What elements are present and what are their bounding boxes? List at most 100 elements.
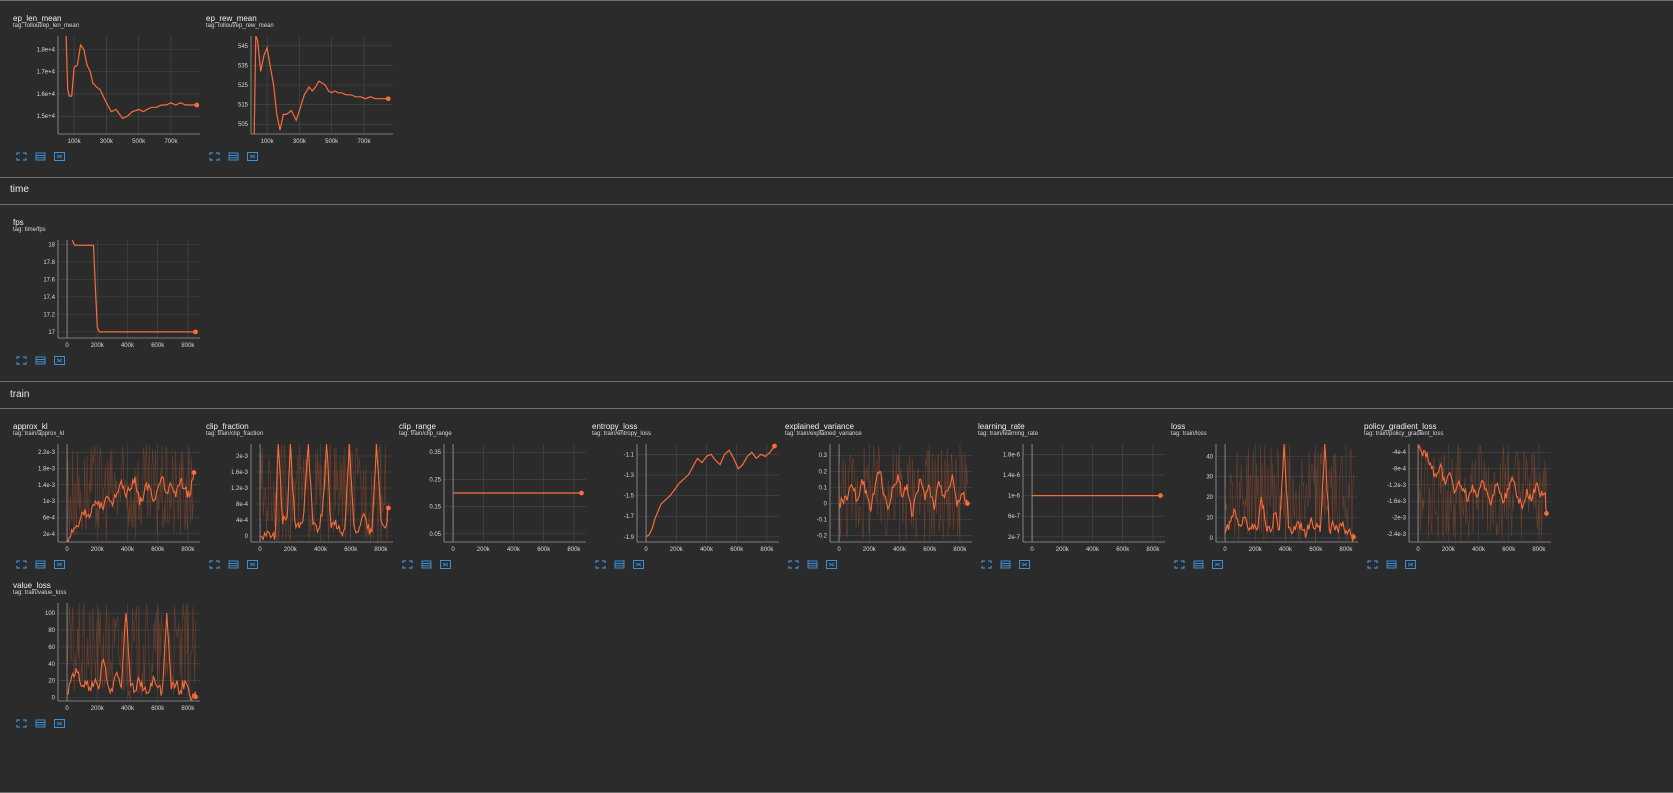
line-chart[interactable]: 17 17.2 17.4 17.6 17.8 18 0 200k 400k 600k 800k — [0, 208, 200, 353]
series-last-point — [1544, 511, 1549, 516]
data-table-icon[interactable] — [35, 719, 46, 728]
line-chart[interactable]: 505 515 525 535 545 100k 300k 500k 700k — [193, 4, 393, 149]
y-tick-label: 0.3 — [819, 453, 828, 459]
data-table-icon[interactable] — [807, 560, 818, 569]
line-chart[interactable]: 2e-4 6e-4 1e-3 1.4e-3 1.8e-3 2.2e-3 0 200k 400k 6… — [0, 412, 200, 557]
x-tick-label: 600k — [923, 547, 937, 553]
y-tick-label: 100 — [45, 611, 56, 617]
line-chart[interactable]: -2.4e-3 -2e-3 -1.6e-3 -1.2e-3 -8e-4 -4e-4 0 200… — [1351, 412, 1551, 557]
scalar-card-clip-fraction: clip_fraction tag: train/clip_fraction 0 4e… — [193, 412, 393, 582]
fit-domain-icon[interactable] — [1212, 560, 1223, 569]
y-tick-label: 2e-3 — [236, 454, 249, 460]
group-title: train — [10, 389, 30, 400]
x-tick-label: 200k — [91, 547, 105, 553]
fullscreen-icon[interactable] — [209, 560, 220, 569]
data-table-icon[interactable] — [1386, 560, 1397, 569]
scalar-card-clip-range: clip_range tag: train/clip_range 0.05 0.15 0… — [386, 412, 586, 582]
x-tick-label: 0 — [451, 547, 455, 553]
group-title: time — [10, 184, 29, 195]
fullscreen-icon[interactable] — [16, 152, 27, 161]
x-tick-label: 400k — [507, 547, 521, 553]
x-tick-label: 400k — [314, 547, 328, 553]
fit-domain-icon[interactable] — [633, 560, 644, 569]
line-chart[interactable]: 1.5e+4 1.6e+4 1.7e+4 1.8e+4 100k 300k 500k 700k — [0, 4, 200, 149]
fullscreen-icon[interactable] — [595, 560, 606, 569]
fit-domain-icon[interactable] — [54, 152, 65, 161]
x-tick-label: 0 — [258, 547, 262, 553]
x-tick-label: 200k — [477, 547, 491, 553]
y-tick-label: 515 — [238, 103, 249, 109]
x-tick-label: 400k — [1279, 547, 1293, 553]
y-tick-label: 17.2 — [43, 312, 55, 318]
x-tick-label: 600k — [537, 547, 551, 553]
x-tick-label: 200k — [91, 343, 105, 349]
fit-domain-icon[interactable] — [54, 719, 65, 728]
line-chart[interactable]: -1.9-1.7-1.5-1.3-1.10 200k 400k 600k 800k — [579, 412, 779, 557]
line-chart[interactable]: 0102030400 200k 400k 600k 800k — [1158, 412, 1358, 557]
fullscreen-icon[interactable] — [402, 560, 413, 569]
data-table-icon[interactable] — [614, 560, 625, 569]
fullscreen-icon[interactable] — [16, 560, 27, 569]
fit-domain-icon[interactable] — [54, 356, 65, 365]
line-chart[interactable]: 2e-76e-71e-61.4e-61.8e-60 200k 400k 600k 800… — [965, 412, 1165, 557]
group-header-time[interactable]: time — [0, 184, 1673, 200]
y-tick-label: 1.4e-3 — [38, 483, 56, 489]
fit-domain-icon[interactable] — [440, 560, 451, 569]
x-tick-label: 0 — [65, 706, 69, 712]
fullscreen-icon[interactable] — [16, 719, 27, 728]
y-tick-label: 0.35 — [429, 450, 441, 456]
y-tick-label: 17.6 — [43, 277, 55, 283]
y-tick-label: 525 — [238, 83, 249, 89]
group-header-train[interactable]: train — [0, 389, 1673, 405]
fullscreen-icon[interactable] — [16, 356, 27, 365]
y-tick-label: 8e-4 — [236, 502, 249, 508]
data-table-icon[interactable] — [35, 152, 46, 161]
series-line — [65, 36, 197, 120]
fit-domain-icon[interactable] — [54, 560, 65, 569]
x-tick-label: 0 — [65, 343, 69, 349]
y-tick-label: 505 — [238, 122, 249, 128]
fit-domain-icon[interactable] — [1405, 560, 1416, 569]
x-tick-label: 400k — [1472, 547, 1486, 553]
series-last-point — [193, 694, 198, 700]
y-tick-label: 18 — [48, 242, 55, 248]
fit-domain-icon[interactable] — [247, 152, 258, 161]
fullscreen-icon[interactable] — [1174, 560, 1185, 569]
data-table-icon[interactable] — [228, 560, 239, 569]
data-table-icon[interactable] — [35, 560, 46, 569]
y-tick-label: 80 — [48, 628, 55, 634]
series-last-point — [193, 329, 198, 335]
data-table-icon[interactable] — [35, 356, 46, 365]
y-tick-label: 4e-4 — [236, 518, 249, 524]
line-chart[interactable]: 04e-48e-41.2e-31.6e-32e-30 200k 400k 600k 80… — [193, 412, 393, 557]
data-table-icon[interactable] — [421, 560, 432, 569]
x-tick-label: 200k — [284, 547, 298, 553]
y-tick-label: 6e-4 — [43, 516, 56, 522]
line-chart[interactable]: 0 20 40 60 80 100 0 200k 400k 600k 800k — [0, 571, 200, 716]
line-chart[interactable]: -0.2-0.100.10.20.30 200k 400k 600k 800k — [772, 412, 972, 557]
y-tick-label: 1.2e-3 — [231, 486, 249, 492]
y-tick-label: 40 — [48, 662, 55, 668]
fullscreen-icon[interactable] — [981, 560, 992, 569]
y-tick-label: -1.6e-3 — [1387, 499, 1407, 505]
fullscreen-icon[interactable] — [209, 152, 220, 161]
data-table-icon[interactable] — [1193, 560, 1204, 569]
y-tick-label: 0.15 — [429, 505, 441, 511]
x-tick-label: 600k — [1309, 547, 1323, 553]
line-chart[interactable]: 0.050.150.250.350 200k 400k 600k 800k — [386, 412, 586, 557]
fullscreen-icon[interactable] — [788, 560, 799, 569]
fit-domain-icon[interactable] — [247, 560, 258, 569]
fit-domain-icon[interactable] — [1019, 560, 1030, 569]
fit-domain-icon[interactable] — [826, 560, 837, 569]
x-tick-label: 400k — [121, 343, 135, 349]
y-tick-label: 0 — [245, 534, 249, 540]
fullscreen-icon[interactable] — [1367, 560, 1378, 569]
data-table-icon[interactable] — [228, 152, 239, 161]
y-tick-label: 30 — [1206, 475, 1213, 481]
card-actions — [981, 560, 1030, 569]
data-table-icon[interactable] — [1000, 560, 1011, 569]
group-panel-time — [0, 204, 1673, 382]
card-actions — [788, 560, 837, 569]
card-actions — [16, 560, 65, 569]
y-tick-label: 0.25 — [429, 477, 441, 483]
